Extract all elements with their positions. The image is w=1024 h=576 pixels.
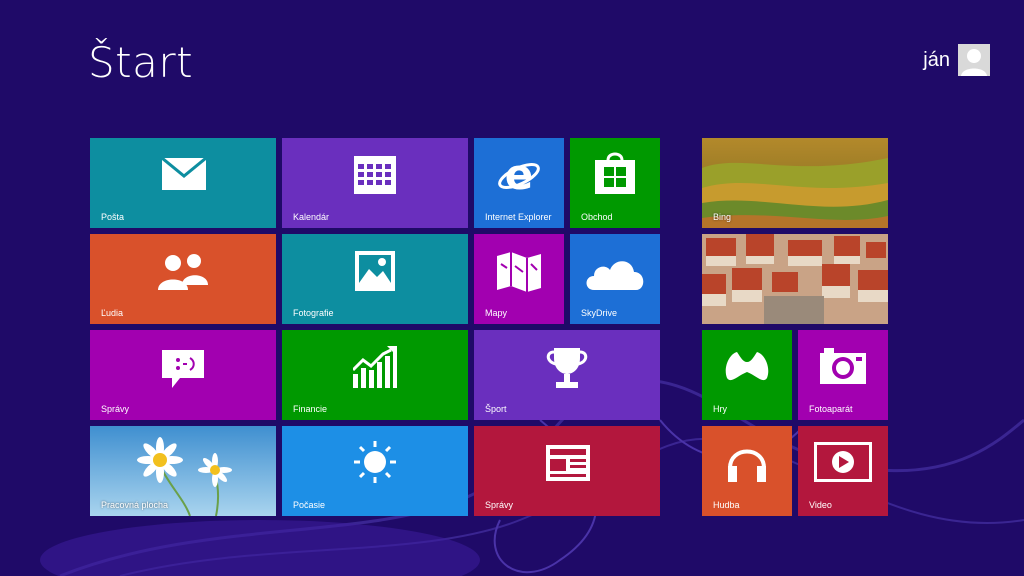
- city-image: [702, 234, 888, 324]
- tile-label: Financie: [293, 404, 328, 414]
- cloud-icon: [586, 261, 644, 290]
- tile-label: Správy: [485, 500, 514, 510]
- tile-label: Mapy: [485, 308, 508, 318]
- picture-icon: [355, 251, 395, 291]
- headphones-icon: [728, 449, 766, 482]
- tile-label: Správy: [101, 404, 130, 414]
- tile-fotoaparat[interactable]: Fotoaparát: [798, 330, 888, 420]
- tile-fotografie[interactable]: Fotografie: [282, 234, 468, 324]
- tile-mapy[interactable]: Mapy: [474, 234, 564, 324]
- page-title: Štart: [88, 38, 194, 87]
- tile-obchod[interactable]: Obchod: [570, 138, 660, 228]
- tile-label: Video: [809, 500, 832, 510]
- tile-label: Hudba: [713, 500, 740, 510]
- tile-label: Fotografie: [293, 308, 334, 318]
- tile-sport[interactable]: Šport: [474, 330, 660, 420]
- game-controller-icon: [725, 352, 769, 381]
- tile-label: Obchod: [581, 212, 613, 222]
- tile-label: Internet Explorer: [485, 212, 552, 222]
- tile-label: Ľudia: [101, 308, 124, 318]
- camera-icon: [820, 348, 866, 384]
- tile-label: Počasie: [293, 500, 326, 510]
- tile-internet-explorer[interactable]: e Internet Explorer: [474, 138, 564, 228]
- tile-pocasie[interactable]: Počasie: [282, 426, 468, 516]
- people-icon: [158, 254, 208, 290]
- user-icon: [961, 49, 987, 76]
- speech-bubble-icon: [162, 350, 204, 388]
- play-icon: [814, 442, 872, 482]
- map-icon: [497, 252, 541, 292]
- tile-label: SkyDrive: [581, 308, 618, 318]
- tile-skydrive[interactable]: SkyDrive: [570, 234, 660, 324]
- tile-financie[interactable]: Financie: [282, 330, 468, 420]
- tile-spravy-messaging[interactable]: Správy: [90, 330, 276, 420]
- calendar-icon: [354, 156, 396, 194]
- tile-kalendar[interactable]: Kalendár: [282, 138, 468, 228]
- tile-label: Pošta: [101, 212, 125, 222]
- tile-video[interactable]: Video: [798, 426, 888, 516]
- tile-label: Bing: [713, 212, 732, 222]
- internet-explorer-icon: e: [498, 152, 540, 196]
- store-bag-icon: [595, 152, 635, 194]
- user-account[interactable]: ján: [923, 44, 990, 76]
- tile-label: Fotoaparát: [809, 404, 853, 414]
- tile-label: Kalendár: [293, 212, 330, 222]
- tile-label: Hry: [713, 404, 727, 414]
- tile-hry[interactable]: Hry: [702, 330, 792, 420]
- newspaper-icon: [546, 445, 590, 481]
- trophy-icon: [546, 348, 588, 388]
- tile-posta[interactable]: Pošta: [90, 138, 276, 228]
- tile-label: Šport: [485, 404, 507, 414]
- envelope-icon: [162, 158, 206, 190]
- tile-spravy-news[interactable]: Správy: [474, 426, 660, 516]
- tile-hudba[interactable]: Hudba: [702, 426, 792, 516]
- tile-label: Pracovná plocha: [101, 500, 169, 510]
- user-name: ján: [923, 48, 950, 71]
- chart-up-icon: [353, 346, 397, 388]
- tile-bing[interactable]: Bing: [702, 138, 888, 228]
- tile-photo-city[interactable]: [702, 234, 888, 324]
- tile-ludia[interactable]: Ľudia: [90, 234, 276, 324]
- tile-pracovna-plocha[interactable]: Pracovná plocha: [90, 426, 276, 516]
- avatar[interactable]: [958, 44, 990, 76]
- sun-icon: [354, 441, 396, 483]
